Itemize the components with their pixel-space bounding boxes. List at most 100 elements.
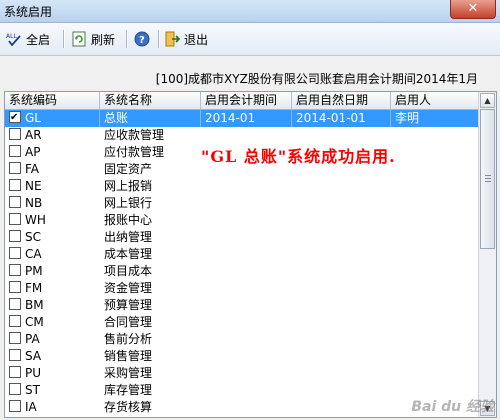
cell-name: 资金管理 xyxy=(104,281,153,295)
cell-name: 固定资产 xyxy=(104,162,153,176)
cell-user xyxy=(391,348,479,365)
enable-checkbox[interactable] xyxy=(9,315,21,327)
enable-checkbox[interactable] xyxy=(9,298,21,310)
column-header-date[interactable]: 启用自然日期 xyxy=(292,92,391,109)
cell-date xyxy=(292,280,391,297)
table-row[interactable]: IA 存货核算 xyxy=(5,399,479,416)
toolbar-separator xyxy=(126,30,128,48)
cell-user xyxy=(391,297,479,314)
account-info-bar: [100]成都市XYZ股份有限公司账套启用会计期间2014年1月 xyxy=(0,56,500,92)
table-row[interactable]: NE 网上报销 xyxy=(5,178,479,195)
exit-icon xyxy=(165,31,180,47)
table-row[interactable]: AR 应收款管理 xyxy=(5,127,479,144)
table-row[interactable]: WH 报账中心 xyxy=(5,212,479,229)
cell-name: 报账中心 xyxy=(104,213,153,227)
enable-checkbox[interactable] xyxy=(9,281,21,293)
table-row[interactable]: PA 售前分析 xyxy=(5,331,479,348)
watermark: Bai du 经验 xyxy=(411,399,494,415)
system-code: CA xyxy=(25,247,42,261)
enable-checkbox[interactable] xyxy=(9,400,21,412)
enable-checkbox[interactable] xyxy=(9,196,21,208)
cell-name: 总账 xyxy=(100,110,201,127)
enable-checkbox[interactable] xyxy=(9,366,21,378)
cell-name: 存货核算 xyxy=(104,400,153,414)
table-row[interactable]: FM 资金管理 xyxy=(5,280,479,297)
cell-code: SC xyxy=(5,229,100,246)
system-code: NE xyxy=(25,179,42,193)
system-code: FA xyxy=(25,162,40,176)
cell-code: AR xyxy=(5,127,100,144)
cell-period xyxy=(201,212,292,229)
cell-period xyxy=(201,246,292,263)
cell-period xyxy=(201,297,292,314)
help-button[interactable]: ? xyxy=(134,29,154,49)
table-row[interactable]: ST 库存管理 xyxy=(5,382,479,399)
enable-checkbox[interactable] xyxy=(9,230,21,242)
enable-checkbox[interactable] xyxy=(9,332,21,344)
table-row[interactable]: CA 成本管理 xyxy=(5,246,479,263)
cell-period xyxy=(201,127,292,144)
cell-date xyxy=(292,212,391,229)
cell-date xyxy=(292,178,391,195)
enable-checkbox[interactable] xyxy=(9,128,21,140)
enable-all-button[interactable]: ALL 全启 xyxy=(6,29,50,49)
account-info-text: [100]成都市XYZ股份有限公司账套启用会计期间2014年1月 xyxy=(155,72,478,86)
enable-checkbox[interactable] xyxy=(9,110,21,126)
scroll-thumb[interactable] xyxy=(480,109,495,249)
system-code: ST xyxy=(25,383,40,397)
table-row[interactable]: BM 预算管理 xyxy=(5,297,479,314)
table-row[interactable]: CM 合同管理 xyxy=(5,314,479,331)
cell-user xyxy=(391,331,479,348)
enable-checkbox[interactable] xyxy=(9,349,21,361)
table-row[interactable]: SC 出纳管理 xyxy=(5,229,479,246)
systems-table[interactable]: 系统编码 系统名称 启用会计期间 启用自然日期 启用人 GL 总账2014-012… xyxy=(4,91,497,418)
cell-user xyxy=(391,144,479,161)
cell-name: 合同管理 xyxy=(104,315,153,329)
enable-checkbox[interactable] xyxy=(9,264,21,276)
cell-name: 应收款管理 xyxy=(104,128,165,142)
cell-code: CA xyxy=(5,246,100,263)
system-code: PA xyxy=(25,332,40,346)
help-icon: ? xyxy=(134,31,150,47)
refresh-button[interactable]: 刷新 xyxy=(71,29,115,49)
column-header-period[interactable]: 启用会计期间 xyxy=(201,92,292,109)
system-code: SC xyxy=(25,230,41,244)
cell-period xyxy=(201,331,292,348)
cell-name: 成本管理 xyxy=(104,247,153,261)
column-header-code[interactable]: 系统编码 xyxy=(5,92,100,109)
enable-checkbox[interactable] xyxy=(9,383,21,395)
close-button[interactable]: ✕ xyxy=(450,0,496,19)
cell-code: IA xyxy=(5,399,100,416)
cell-period xyxy=(201,365,292,382)
table-row[interactable]: PU 采购管理 xyxy=(5,365,479,382)
cell-period xyxy=(201,195,292,212)
cell-period xyxy=(201,399,292,416)
system-code: NB xyxy=(25,196,43,210)
column-header-name[interactable]: 系统名称 xyxy=(100,92,201,109)
cell-date xyxy=(292,246,391,263)
scroll-up-arrow[interactable]: ▲ xyxy=(480,93,495,108)
system-code: FM xyxy=(25,281,43,295)
column-header-user[interactable]: 启用人 xyxy=(391,92,479,109)
enable-checkbox[interactable] xyxy=(9,179,21,191)
system-code: GL xyxy=(25,111,41,125)
window-title: 系统启用 xyxy=(4,5,53,19)
cell-name: 售前分析 xyxy=(104,332,153,346)
table-row[interactable]: GL 总账2014-012014-01-01李明 xyxy=(5,110,479,127)
table-row[interactable]: NB 网上银行 xyxy=(5,195,479,212)
enable-checkbox[interactable] xyxy=(9,145,21,157)
system-code: BM xyxy=(25,298,44,312)
enable-checkbox[interactable] xyxy=(9,213,21,225)
check-all-icon: ALL xyxy=(6,33,21,47)
enable-checkbox[interactable] xyxy=(9,247,21,259)
cell-date xyxy=(292,127,391,144)
system-code: PM xyxy=(25,264,43,278)
cell-code: BM xyxy=(5,297,100,314)
vertical-scrollbar[interactable]: ▲ ▼ xyxy=(478,92,496,417)
exit-button[interactable]: 退出 xyxy=(164,29,208,49)
enable-checkbox[interactable] xyxy=(9,162,21,174)
table-row[interactable]: PM 项目成本 xyxy=(5,263,479,280)
cell-user xyxy=(391,161,479,178)
cell-code: WH xyxy=(5,212,100,229)
table-row[interactable]: SA 销售管理 xyxy=(5,348,479,365)
